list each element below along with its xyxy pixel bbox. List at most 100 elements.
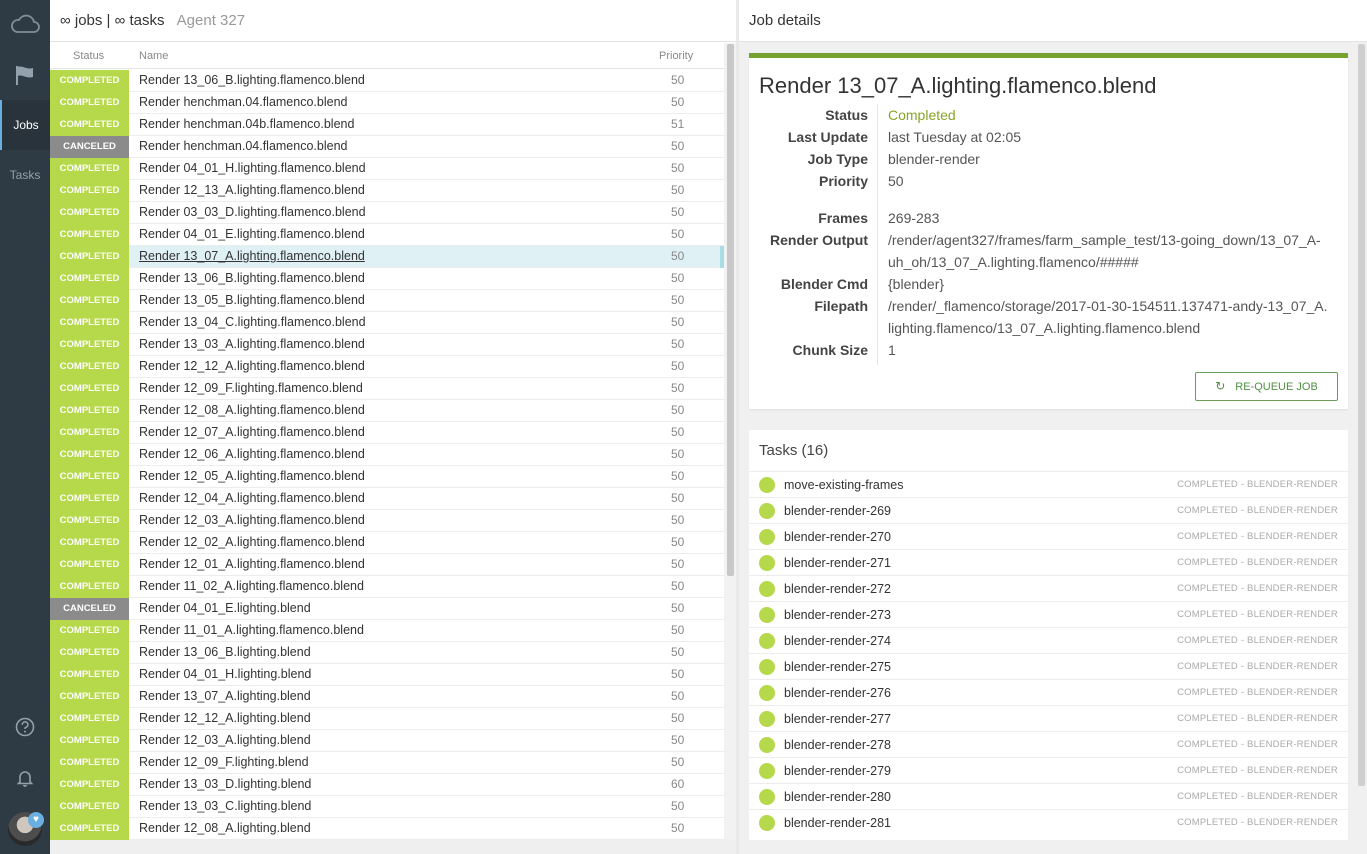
- jobs-scrollbar-thumb[interactable]: [727, 44, 734, 576]
- task-row[interactable]: blender-render-279 COMPLETED - BLENDER-RE…: [749, 757, 1348, 783]
- job-row[interactable]: COMPLETED Render 13_07_A.lighting.blend 50: [50, 686, 724, 708]
- job-row[interactable]: COMPLETED Render 13_06_B.lighting.blend 50: [50, 642, 724, 664]
- job-name[interactable]: Render 04_01_H.lighting.blend: [139, 664, 311, 685]
- task-row[interactable]: blender-render-277 COMPLETED - BLENDER-RE…: [749, 705, 1348, 731]
- job-row[interactable]: COMPLETED Render 13_04_C.lighting.flamenc…: [50, 312, 724, 334]
- task-row[interactable]: move-existing-frames COMPLETED - BLENDER-…: [749, 471, 1348, 497]
- job-name[interactable]: Render 13_06_B.lighting.flamenco.blend: [139, 70, 365, 91]
- task-name[interactable]: blender-render-273: [784, 608, 891, 622]
- job-name[interactable]: Render 13_03_A.lighting.flamenco.blend: [139, 334, 365, 355]
- task-name[interactable]: blender-render-276: [784, 686, 891, 700]
- bell-icon[interactable]: [15, 768, 35, 788]
- job-row[interactable]: COMPLETED Render 12_06_A.lighting.flamenc…: [50, 444, 724, 466]
- job-name[interactable]: Render 11_01_A.lighting.flamenco.blend: [139, 620, 364, 641]
- job-row[interactable]: COMPLETED Render 12_12_A.lighting.blend 50: [50, 708, 724, 730]
- job-name[interactable]: Render 13_07_A.lighting.blend: [139, 686, 311, 707]
- job-name[interactable]: Render 12_08_A.lighting.flamenco.blend: [139, 400, 365, 421]
- task-name[interactable]: blender-render-274: [784, 634, 891, 648]
- job-row[interactable]: COMPLETED Render 13_03_A.lighting.flamenc…: [50, 334, 724, 356]
- job-name[interactable]: Render 03_03_D.lighting.flamenco.blend: [139, 202, 366, 223]
- job-name[interactable]: Render 13_03_D.lighting.blend: [139, 774, 311, 795]
- job-name[interactable]: Render henchman.04.flamenco.blend: [139, 92, 347, 113]
- task-row[interactable]: blender-render-278 COMPLETED - BLENDER-RE…: [749, 731, 1348, 757]
- job-row[interactable]: COMPLETED Render 13_03_D.lighting.blend 60: [50, 774, 724, 796]
- column-header-priority[interactable]: Priority: [659, 50, 693, 62]
- job-name[interactable]: Render 12_07_A.lighting.flamenco.blend: [139, 422, 365, 443]
- column-header-name[interactable]: Name: [139, 50, 168, 62]
- job-row[interactable]: COMPLETED Render 12_08_A.lighting.flamenc…: [50, 400, 724, 422]
- task-name[interactable]: blender-render-281: [784, 816, 891, 830]
- task-name[interactable]: blender-render-277: [784, 712, 891, 726]
- task-name[interactable]: blender-render-275: [784, 660, 891, 674]
- task-row[interactable]: blender-render-273 COMPLETED - BLENDER-RE…: [749, 601, 1348, 627]
- job-name[interactable]: Render 12_06_A.lighting.flamenco.blend: [139, 444, 365, 465]
- job-row[interactable]: COMPLETED Render 13_06_B.lighting.flamenc…: [50, 268, 724, 290]
- details-scrollbar-thumb[interactable]: [1358, 44, 1365, 786]
- job-row[interactable]: COMPLETED Render 12_09_F.lighting.flamenc…: [50, 378, 724, 400]
- task-row[interactable]: blender-render-281 COMPLETED - BLENDER-RE…: [749, 809, 1348, 835]
- job-name[interactable]: Render 12_01_A.lighting.flamenco.blend: [139, 554, 365, 575]
- job-name[interactable]: Render 12_13_A.lighting.flamenco.blend: [139, 180, 365, 201]
- job-name[interactable]: Render 12_05_A.lighting.flamenco.blend: [139, 466, 365, 487]
- task-name[interactable]: blender-render-271: [784, 556, 891, 570]
- job-row[interactable]: COMPLETED Render henchman.04.flamenco.ble…: [50, 92, 724, 114]
- job-row[interactable]: COMPLETED Render 12_07_A.lighting.flamenc…: [50, 422, 724, 444]
- job-name[interactable]: Render 12_09_F.lighting.flamenco.blend: [139, 378, 363, 399]
- job-name[interactable]: Render 12_12_A.lighting.blend: [139, 708, 311, 729]
- job-row[interactable]: COMPLETED Render 13_06_B.lighting.flamenc…: [50, 70, 724, 92]
- job-row[interactable]: COMPLETED Render 12_09_F.lighting.blend 50: [50, 752, 724, 774]
- column-header-status[interactable]: Status: [73, 50, 104, 62]
- job-name[interactable]: Render 04_01_E.lighting.blend: [139, 598, 311, 619]
- job-name[interactable]: Render 04_01_E.lighting.flamenco.blend: [139, 224, 365, 245]
- job-name[interactable]: Render 13_06_B.lighting.flamenco.blend: [139, 268, 365, 289]
- job-row[interactable]: COMPLETED Render 11_02_A.lighting.flamenc…: [50, 576, 724, 598]
- sidebar-item-tasks[interactable]: Tasks: [0, 150, 50, 200]
- job-row[interactable]: COMPLETED Render 04_01_H.lighting.blend 50: [50, 664, 724, 686]
- help-icon[interactable]: [15, 717, 35, 737]
- task-row[interactable]: blender-render-269 COMPLETED - BLENDER-RE…: [749, 497, 1348, 523]
- task-row[interactable]: blender-render-270 COMPLETED - BLENDER-RE…: [749, 523, 1348, 549]
- job-name[interactable]: Render henchman.04b.flamenco.blend: [139, 114, 354, 135]
- cloud-icon[interactable]: [9, 12, 41, 36]
- job-name[interactable]: Render 13_07_A.lighting.flamenco.blend: [139, 246, 365, 267]
- job-name[interactable]: Render 04_01_H.lighting.flamenco.blend: [139, 158, 366, 179]
- task-name[interactable]: blender-render-279: [784, 764, 891, 778]
- job-row[interactable]: COMPLETED Render 13_05_B.lighting.flamenc…: [50, 290, 724, 312]
- job-name[interactable]: Render 13_06_B.lighting.blend: [139, 642, 311, 663]
- job-row[interactable]: COMPLETED Render 12_03_A.lighting.flamenc…: [50, 510, 724, 532]
- job-row[interactable]: COMPLETED Render 13_07_A.lighting.flamenc…: [50, 246, 724, 268]
- job-row[interactable]: COMPLETED Render 12_13_A.lighting.flamenc…: [50, 180, 724, 202]
- task-row[interactable]: blender-render-275 COMPLETED - BLENDER-RE…: [749, 653, 1348, 679]
- task-name[interactable]: blender-render-270: [784, 530, 891, 544]
- job-row[interactable]: COMPLETED Render 12_04_A.lighting.flamenc…: [50, 488, 724, 510]
- job-name[interactable]: Render 12_04_A.lighting.flamenco.blend: [139, 488, 365, 509]
- job-name[interactable]: Render henchman.04.flamenco.blend: [139, 136, 347, 157]
- job-row[interactable]: COMPLETED Render henchman.04b.flamenco.bl…: [50, 114, 724, 136]
- job-name[interactable]: Render 13_03_C.lighting.blend: [139, 796, 311, 817]
- task-row[interactable]: blender-render-280 COMPLETED - BLENDER-RE…: [749, 783, 1348, 809]
- job-row[interactable]: COMPLETED Render 03_03_D.lighting.flamenc…: [50, 202, 724, 224]
- job-row[interactable]: CANCELED Render 04_01_E.lighting.blend 50: [50, 598, 724, 620]
- job-name[interactable]: Render 13_04_C.lighting.flamenco.blend: [139, 312, 366, 333]
- job-name[interactable]: Render 12_12_A.lighting.flamenco.blend: [139, 356, 365, 377]
- task-name[interactable]: blender-render-278: [784, 738, 891, 752]
- task-row[interactable]: blender-render-274 COMPLETED - BLENDER-RE…: [749, 627, 1348, 653]
- task-row[interactable]: blender-render-276 COMPLETED - BLENDER-RE…: [749, 679, 1348, 705]
- job-name[interactable]: Render 13_05_B.lighting.flamenco.blend: [139, 290, 365, 311]
- jobs-horizontal-scrollbar[interactable]: [50, 840, 736, 854]
- task-name[interactable]: blender-render-280: [784, 790, 891, 804]
- task-name[interactable]: blender-render-272: [784, 582, 891, 596]
- job-name[interactable]: Render 12_08_A.lighting.blend: [139, 818, 311, 839]
- job-row[interactable]: COMPLETED Render 04_01_H.lighting.flamenc…: [50, 158, 724, 180]
- job-name[interactable]: Render 11_02_A.lighting.flamenco.blend: [139, 576, 364, 597]
- job-row[interactable]: COMPLETED Render 12_08_A.lighting.blend 50: [50, 818, 724, 840]
- job-name[interactable]: Render 12_02_A.lighting.flamenco.blend: [139, 532, 365, 553]
- job-name[interactable]: Render 12_03_A.lighting.blend: [139, 730, 311, 751]
- job-name[interactable]: Render 12_09_F.lighting.blend: [139, 752, 309, 773]
- job-row[interactable]: COMPLETED Render 11_01_A.lighting.flamenc…: [50, 620, 724, 642]
- job-row[interactable]: CANCELED Render henchman.04.flamenco.blen…: [50, 136, 724, 158]
- task-row[interactable]: blender-render-271 COMPLETED - BLENDER-RE…: [749, 549, 1348, 575]
- job-row[interactable]: COMPLETED Render 12_01_A.lighting.flamenc…: [50, 554, 724, 576]
- job-name[interactable]: Render 12_03_A.lighting.flamenco.blend: [139, 510, 365, 531]
- flag-icon[interactable]: [13, 64, 37, 86]
